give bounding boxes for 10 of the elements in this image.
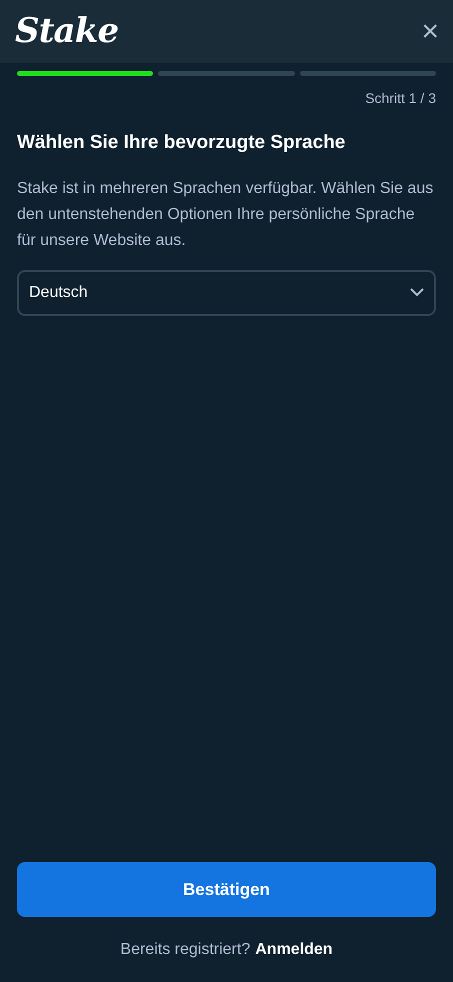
page-title: Wählen Sie Ihre bevorzugte Sprache	[17, 131, 346, 155]
description: Stake ist in mehreren Sprachen verfügbar. Wählen Sie aus den untenstehenden Optionen Ihre persönliche Sprache für unsere Website aus.	[17, 178, 434, 250]
language-select[interactable]: Deutsch	[17, 270, 436, 316]
confirm-button[interactable]: Bestätigen	[17, 862, 436, 917]
login-link[interactable]: Anmelden	[255, 938, 333, 962]
logo: Stake	[15, 10, 118, 53]
step-counter: Schritt 1 / 3	[365, 89, 436, 108]
chevron-down-icon	[410, 288, 424, 297]
footer-text: Bereits registriert?	[120, 940, 250, 960]
close-button[interactable]: ×	[421, 16, 439, 46]
